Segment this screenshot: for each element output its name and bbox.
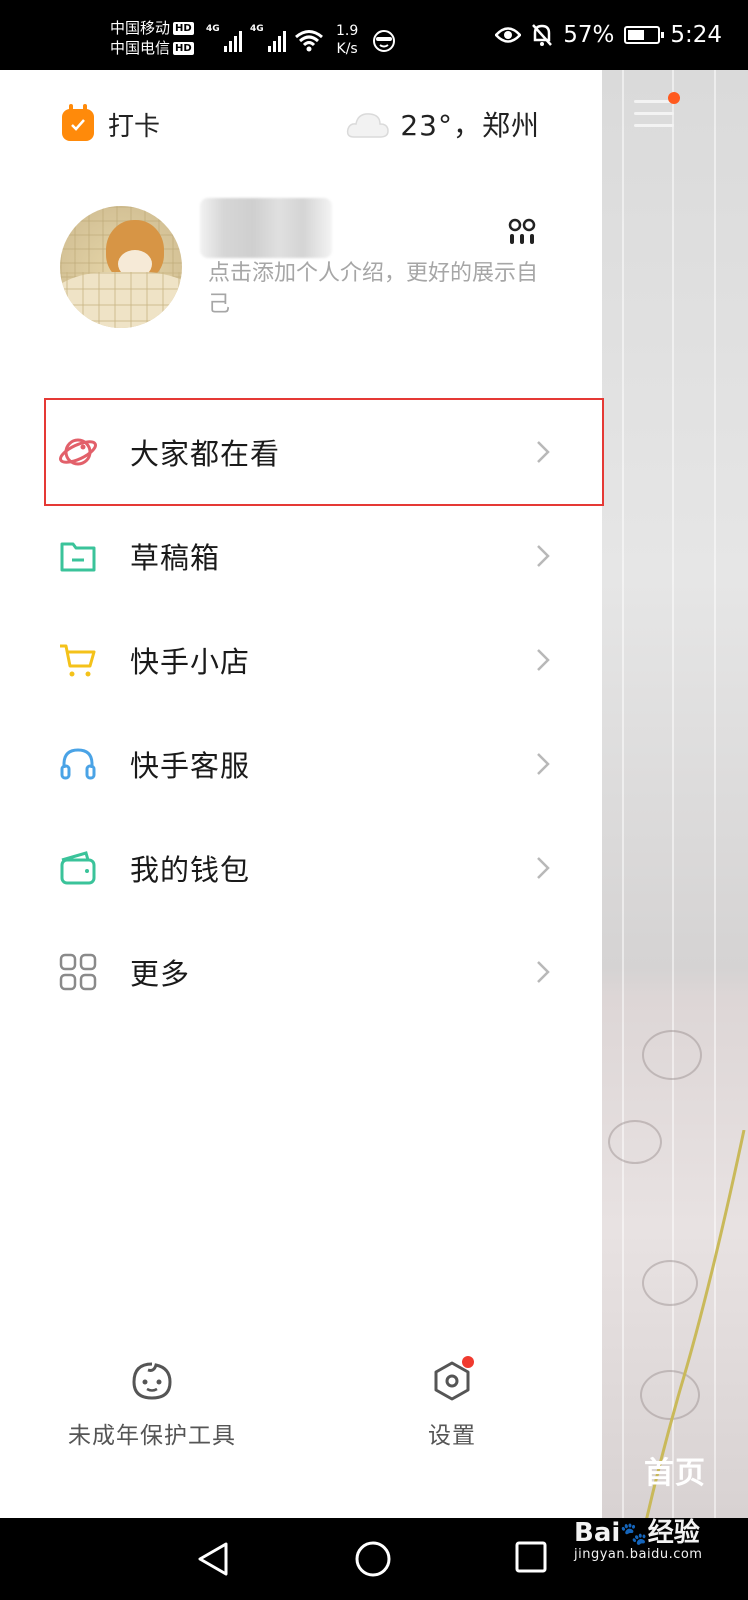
menu-item-more[interactable]: 更多 <box>0 920 602 1024</box>
menu-item-label: 草稿箱 <box>130 541 221 575</box>
chevron-right-icon <box>537 545 550 567</box>
clock: 5:24 <box>670 22 722 48</box>
menu-item-label: 快手小店 <box>130 645 251 679</box>
menu-item-label: 更多 <box>130 957 191 991</box>
battery-icon <box>624 26 665 44</box>
hamburger-menu-button[interactable] <box>634 92 680 132</box>
username-blurred[interactable] <box>200 198 332 258</box>
network-type: 4G <box>250 24 264 34</box>
carrier-2: 中国电信 <box>110 39 171 57</box>
minor-protection-button[interactable]: 未成年保护工具 <box>62 1360 242 1450</box>
menu-item-wallet[interactable]: 我的钱包 <box>0 816 602 920</box>
sunglasses-face-icon <box>373 30 395 52</box>
eye-icon <box>495 27 522 43</box>
mute-bell-icon <box>532 24 553 46</box>
back-icon[interactable] <box>196 1540 230 1578</box>
drawer-menu: 大家都在看 草稿箱 快手小店 快手客服 我的钱包 更多 <box>0 398 604 1024</box>
menu-item-label: 快手客服 <box>130 749 251 783</box>
menu-item-drafts[interactable]: 草稿箱 <box>0 504 602 608</box>
carrier-1: 中国移动 <box>110 19 171 37</box>
headset-icon <box>60 748 96 780</box>
minor-protection-label: 未成年保护工具 <box>68 1423 236 1449</box>
calendar-icon <box>62 103 94 141</box>
child-face-icon <box>132 1362 172 1400</box>
wifi-icon <box>295 30 323 52</box>
notification-dot <box>668 92 680 104</box>
avatar[interactable] <box>60 206 182 328</box>
cart-icon <box>60 644 96 677</box>
checkin-label: 打卡 <box>108 112 161 142</box>
menu-item-shop[interactable]: 快手小店 <box>0 608 602 712</box>
status-bar: 中国移动 HD 中国电信 HD 4G 4G 1.9 K/s 57% 5:24 <box>0 0 748 70</box>
planet-icon <box>59 438 97 466</box>
chevron-right-icon <box>537 857 550 879</box>
menu-item-label: 我的钱包 <box>130 853 251 887</box>
folder-icon <box>60 542 96 572</box>
side-drawer: 打卡 23°，郑州 点击添加个人介绍，更好的展示自己 大家都在看 草稿箱 快手小… <box>0 70 604 1518</box>
grid-icon <box>59 953 97 991</box>
network-speed: 1.9 K/s <box>336 23 359 57</box>
menu-item-label: 大家都在看 <box>130 437 281 471</box>
menu-item-customer-service[interactable]: 快手客服 <box>0 712 602 816</box>
paw-icon: 🐾 <box>620 1522 648 1547</box>
chevron-right-icon <box>537 441 550 463</box>
chevron-right-icon <box>537 961 550 983</box>
signal-icon: 4G <box>206 24 242 52</box>
signal-icon: 4G <box>250 24 286 52</box>
network-type: 4G <box>206 24 220 34</box>
chevron-right-icon <box>537 753 550 775</box>
hd-badge: HD <box>173 42 194 55</box>
baidu-jingyan-watermark: Bai🐾经验 jingyan.baidu.com <box>574 1518 703 1562</box>
carrier-info: 中国移动 HD 中国电信 HD <box>110 18 194 58</box>
weather-widget[interactable]: 23°，郑州 <box>346 104 540 144</box>
chevron-right-icon <box>537 649 550 671</box>
wallet-icon <box>60 851 96 885</box>
notification-dot <box>462 1356 474 1368</box>
qr-code-icon[interactable] <box>508 218 536 246</box>
settings-label: 设置 <box>428 1423 476 1449</box>
recents-icon[interactable] <box>514 1540 548 1574</box>
home-circle-icon[interactable] <box>354 1540 392 1578</box>
hd-badge: HD <box>173 22 194 35</box>
checkin-button[interactable]: 打卡 <box>62 103 161 143</box>
home-tab[interactable]: 首页 <box>644 1448 706 1492</box>
menu-item-trending[interactable]: 大家都在看 <box>44 398 604 506</box>
settings-button[interactable]: 设置 <box>412 1356 492 1450</box>
weather-text: 23°，郑州 <box>400 109 540 142</box>
battery-percent: 57% <box>563 22 615 48</box>
status-right: 57% 5:24 <box>495 22 722 48</box>
cloud-icon <box>347 113 390 138</box>
bio-placeholder[interactable]: 点击添加个人介绍，更好的展示自己 <box>208 258 548 320</box>
